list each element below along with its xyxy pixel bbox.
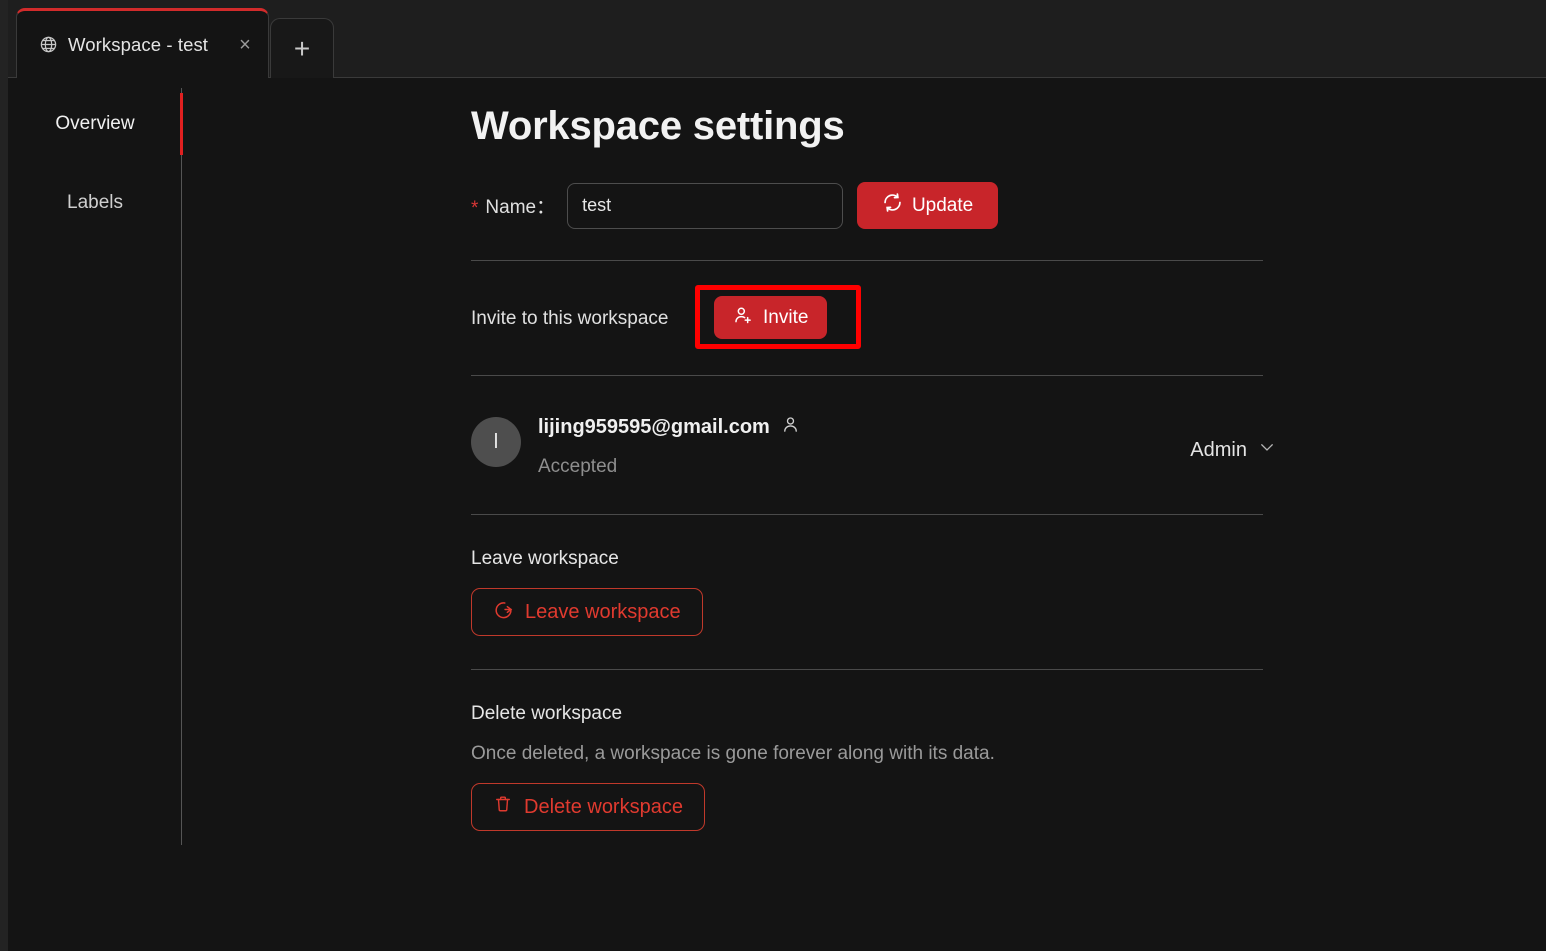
name-label: Name： (485, 197, 556, 218)
close-icon[interactable]: × (234, 34, 256, 56)
divider-3 (471, 514, 1263, 515)
logout-icon (493, 599, 514, 626)
leave-workspace-button[interactable]: Leave workspace (471, 588, 703, 636)
update-button[interactable]: Update (857, 182, 999, 229)
divider-4 (471, 669, 1263, 670)
member-list-item: l lijing959595@gmail.com Accepted Admin (471, 415, 1276, 481)
sidebar-item-labels[interactable]: Labels (8, 180, 182, 226)
delete-workspace-button[interactable]: Delete workspace (471, 783, 705, 831)
main-content: Workspace settings * Name： Update (471, 79, 1276, 831)
divider-1 (471, 260, 1263, 261)
invite-section: Invite to this workspace Invite (471, 285, 1276, 349)
delete-workspace-description: Once deleted, a workspace is gone foreve… (471, 743, 995, 764)
sidebar-item-overview[interactable]: Overview (8, 101, 182, 147)
sidebar-item-label: Overview (55, 113, 135, 134)
delete-workspace-section: Delete workspace Once deleted, a workspa… (471, 703, 1276, 831)
leave-workspace-button-label: Leave workspace (525, 600, 681, 623)
member-email: lijing959595@gmail.com (538, 415, 770, 438)
user-icon (781, 415, 800, 439)
member-info: lijing959595@gmail.com Accepted (538, 415, 800, 478)
page-title: Workspace settings (471, 104, 845, 148)
member-status: Accepted (538, 456, 618, 477)
leave-workspace-section: Leave workspace Leave workspace (471, 548, 1276, 636)
browser-tab-workspace[interactable]: Workspace - test × (16, 8, 269, 78)
delete-workspace-button-label: Delete workspace (524, 795, 683, 818)
chevron-down-icon (1258, 438, 1276, 462)
invite-label: Invite to this workspace (471, 308, 669, 329)
window-left-edge (0, 0, 8, 951)
workspace-name-input[interactable] (567, 182, 844, 229)
update-button-label: Update (911, 194, 974, 216)
divider-2 (471, 375, 1263, 376)
avatar: l (471, 417, 521, 467)
trash-icon (493, 794, 513, 820)
leave-workspace-title: Leave workspace (471, 548, 619, 569)
invite-button[interactable]: Invite (714, 296, 828, 339)
tab-bar: Workspace - test × + (8, 8, 1546, 78)
user-plus-icon (733, 305, 753, 331)
sidebar: Overview Labels (8, 79, 183, 845)
delete-workspace-title: Delete workspace (471, 703, 623, 724)
invite-button-label: Invite (763, 306, 809, 328)
page-body: Overview Labels Workspace settings * Nam… (8, 79, 1546, 951)
refresh-icon (882, 192, 903, 219)
title-bar-strip (0, 0, 1546, 8)
application-window: Workspace - test × + Overview Labels Wor… (0, 0, 1546, 951)
tab-title: Workspace - test (68, 33, 209, 55)
new-tab-button[interactable]: + (270, 18, 334, 78)
member-role-value: Admin (1190, 438, 1247, 461)
globe-icon (39, 35, 58, 54)
member-role-dropdown[interactable]: Admin (1190, 438, 1276, 462)
workspace-name-row: * Name： Update (471, 182, 1276, 229)
required-marker: * (471, 198, 479, 219)
member-email-line: lijing959595@gmail.com (538, 415, 800, 439)
sidebar-item-label: Labels (67, 192, 123, 213)
